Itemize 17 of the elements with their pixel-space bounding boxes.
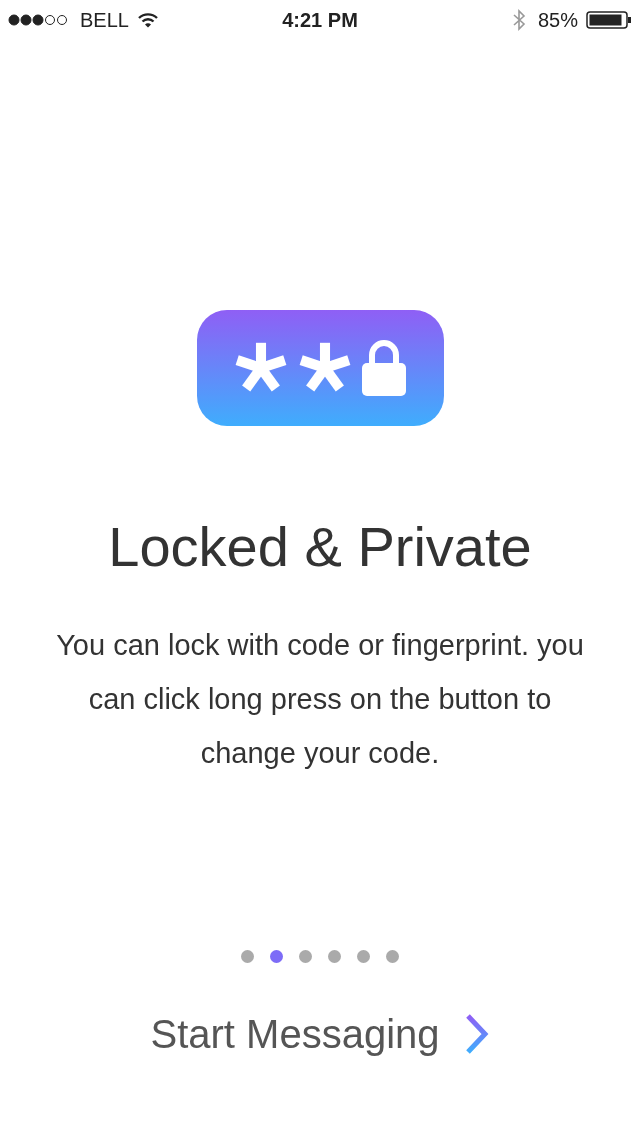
page-dot[interactable] bbox=[241, 949, 254, 963]
bluetooth-icon bbox=[511, 9, 526, 31]
battery-percent: 85% bbox=[537, 8, 578, 33]
start-messaging-button[interactable]: Start Messaging bbox=[144, 1002, 496, 1065]
page-dot[interactable] bbox=[328, 949, 341, 963]
clock-time: 4:21 PM bbox=[282, 9, 358, 31]
chevron-right-icon bbox=[463, 1012, 490, 1055]
carrier-name: BELL bbox=[80, 8, 129, 33]
page-title: Locked & Private bbox=[108, 516, 532, 578]
page-dot[interactable] bbox=[299, 949, 312, 963]
page-dot[interactable] bbox=[270, 949, 283, 963]
page-dot[interactable] bbox=[386, 949, 399, 963]
battery-icon bbox=[586, 11, 632, 29]
lock-icon bbox=[361, 339, 407, 397]
description-text: You can lock with code or fingerprint. you can click long press on the button to change your code. bbox=[55, 627, 585, 771]
page-dot[interactable] bbox=[357, 949, 370, 963]
wifi-icon bbox=[136, 12, 159, 28]
